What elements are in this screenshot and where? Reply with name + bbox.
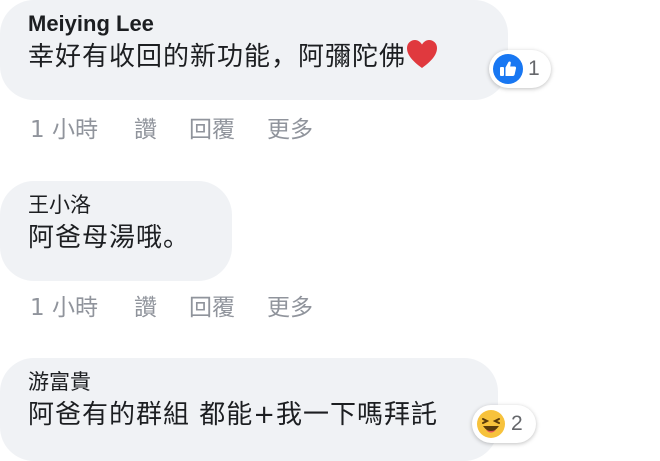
haha-reaction-icon	[477, 410, 505, 438]
like-button[interactable]: 讚	[134, 110, 157, 144]
comment-timestamp[interactable]: 1 小時	[30, 288, 98, 322]
reply-button[interactable]: 回覆	[189, 110, 235, 144]
heart-emoji-icon	[406, 39, 438, 80]
comment-bubble[interactable]: 王小洛 阿爸母湯哦。	[0, 181, 232, 281]
reaction-count: 2	[511, 412, 523, 435]
comment-author[interactable]: Meiying Lee	[28, 10, 482, 38]
more-button[interactable]: 更多	[267, 288, 313, 322]
reaction-count: 1	[528, 57, 540, 80]
like-button[interactable]: 讚	[134, 288, 157, 322]
comment-text: 阿爸母湯哦。	[28, 223, 191, 253]
comment-text: 阿爸有的群組 都能+我一下嗎拜託	[28, 400, 439, 430]
comment-feed: Meiying Lee 幸好有收回的新功能，阿彌陀佛 1 1 小時讚回覆 更多 王…	[0, 0, 660, 461]
comment-text: 幸好有收回的新功能，阿彌陀佛	[28, 38, 482, 80]
comment-bubble[interactable]: Meiying Lee 幸好有收回的新功能，阿彌陀佛	[0, 0, 508, 100]
reply-button[interactable]: 回覆	[189, 288, 235, 322]
comment-timestamp[interactable]: 1 小時	[30, 110, 98, 144]
more-button[interactable]: 更多	[267, 110, 313, 144]
comment-actions: 1 小時 讚回覆 更多	[30, 110, 345, 144]
comment-actions: 1 小時 讚回覆 更多	[30, 288, 345, 322]
reaction-summary[interactable]: 1	[489, 50, 551, 88]
reaction-summary[interactable]: 2	[472, 405, 536, 443]
like-reaction-icon	[493, 54, 523, 84]
comment-bubble[interactable]: 游富貴 阿爸有的群組 都能+我一下嗎拜託	[0, 358, 498, 461]
comment-author[interactable]: 王小洛	[28, 191, 206, 219]
comment-author[interactable]: 游富貴	[28, 368, 472, 396]
